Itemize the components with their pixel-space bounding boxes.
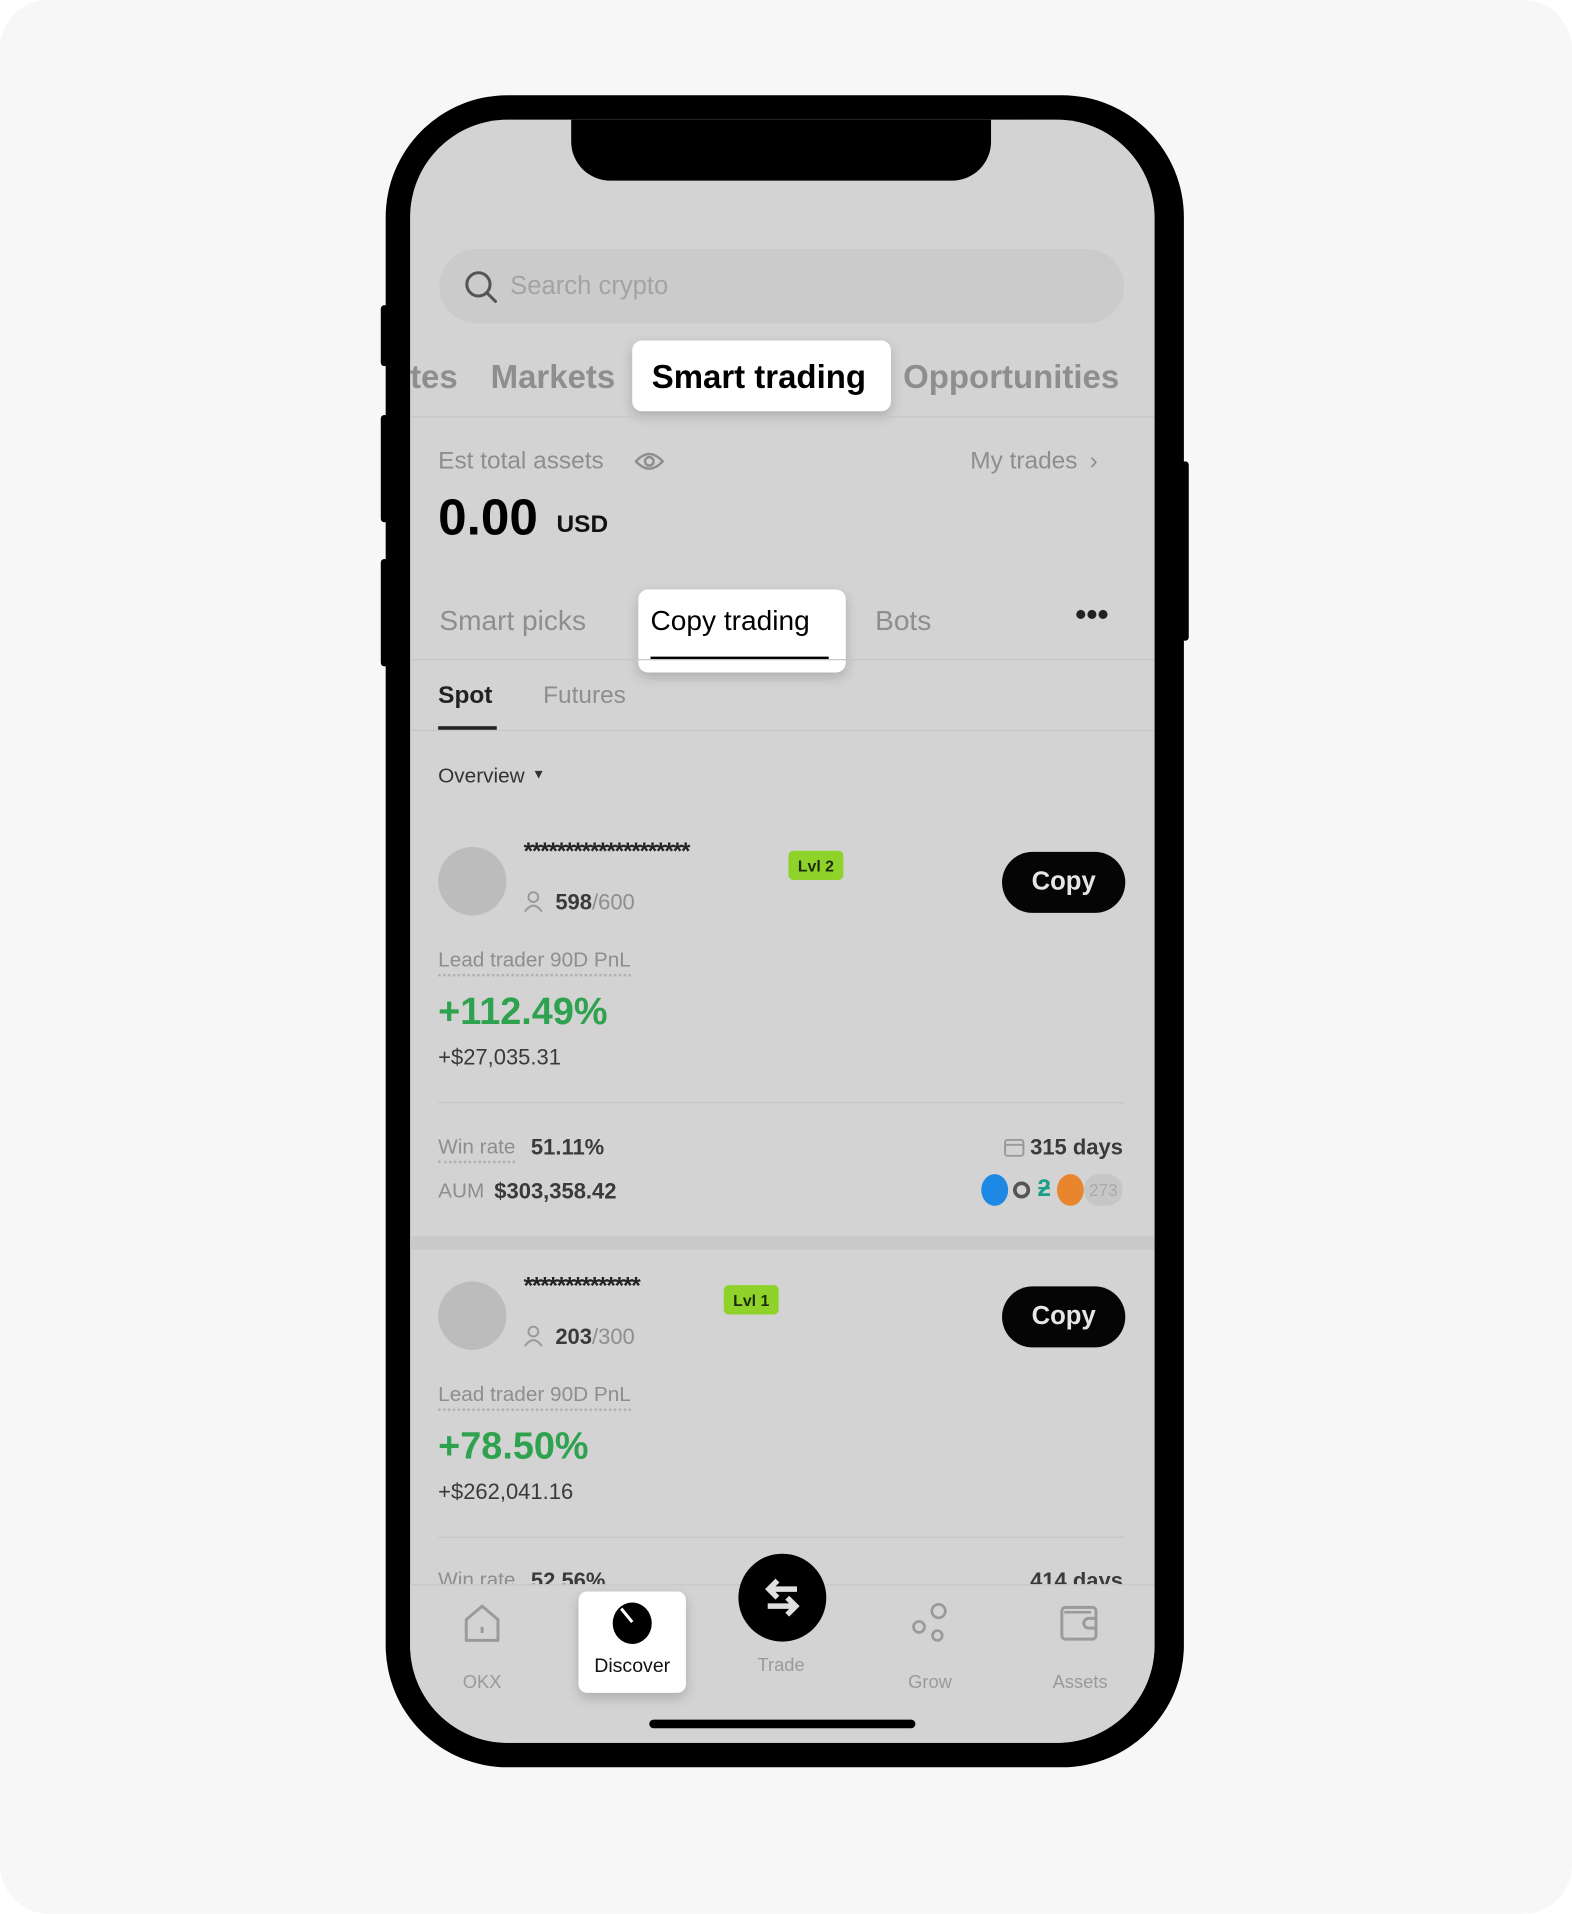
copier-count: 203/300 [555, 1325, 634, 1347]
copy-button[interactable]: Copy [1002, 851, 1126, 913]
divider [438, 1536, 1126, 1538]
coin-icon [981, 1174, 1009, 1206]
divider [438, 1102, 1126, 1104]
nav-label: Assets [1052, 1672, 1108, 1693]
pnl-percent: +78.50% [438, 1424, 589, 1468]
nav-trade[interactable]: Trade [726, 1553, 836, 1700]
win-rate-value: 51.11% [530, 1135, 605, 1160]
my-trades-link[interactable]: My trades › [970, 449, 1098, 473]
home-icon [464, 1604, 500, 1642]
tab-spot[interactable]: Spot [438, 683, 492, 707]
nav-label: OKX [462, 1672, 502, 1693]
copier-count: 598/600 [555, 891, 634, 913]
wallet-icon [1060, 1605, 1098, 1641]
bottom-nav: OKX Discover Trade Grow Assets [410, 1553, 1155, 1743]
est-total-assets-label: Est total assets [438, 447, 604, 475]
level-badge: Lvl 1 [723, 1285, 779, 1315]
swap-arrows [765, 1578, 800, 1617]
tab-markets[interactable]: Markets [491, 361, 616, 394]
capacity: /300 [591, 1324, 635, 1349]
divider [410, 659, 1155, 661]
users-icon [524, 891, 543, 913]
search-placeholder: Search crypto [510, 272, 669, 301]
capacity: /600 [591, 889, 635, 915]
pnl-usd: +$262,041.16 [438, 1479, 574, 1504]
trader-name: ******************** [523, 838, 691, 866]
subtab-smart-picks[interactable]: Smart picks [439, 606, 586, 635]
copiers: 203 [555, 1324, 592, 1349]
copiers: 598 [555, 889, 592, 915]
trader-card[interactable]: ******************** Lvl 2 598/600 Copy … [410, 827, 1155, 1236]
pnl-usd: +$27,035.31 [438, 1044, 561, 1070]
nav-label: Trade [757, 1654, 805, 1676]
avatar [438, 847, 507, 916]
days-active: 315 days [1030, 1135, 1123, 1160]
card-separator [410, 1236, 1155, 1250]
my-trades-label: My trades [970, 447, 1078, 475]
avatar [438, 1281, 507, 1350]
home-indicator [649, 1719, 916, 1729]
grow-icon [912, 1603, 947, 1642]
pnl-label: Lead trader 90D PnL [438, 950, 631, 977]
eye-icon[interactable] [633, 449, 665, 473]
subtab-bots[interactable]: Bots [875, 606, 931, 635]
swap-icon [738, 1553, 827, 1642]
divider [410, 416, 1155, 418]
subtab-label: Copy trading [650, 604, 810, 636]
pnl-percent: +112.49% [438, 989, 608, 1033]
coin-count: 273 [1083, 1174, 1123, 1206]
coin-icon [1013, 1181, 1031, 1199]
tab-smart-trading[interactable]: Smart trading [632, 340, 891, 412]
aum-value: $303,358.42 [494, 1179, 617, 1204]
nav-okx[interactable]: OKX [427, 1603, 537, 1701]
nav-assets[interactable]: Assets [1025, 1603, 1135, 1701]
phone-screen: Search crypto tes Markets Smart trading … [410, 119, 1155, 1743]
trader-name: ************** [523, 1272, 641, 1300]
nav-label: Discover [594, 1656, 671, 1677]
coin-icons: ƻ 273 [981, 1174, 1125, 1206]
search-icon [465, 271, 498, 303]
overview-dropdown[interactable]: Overview ▼ [438, 765, 545, 786]
overview-label: Overview [438, 764, 525, 788]
caret-down-icon: ▼ [531, 767, 546, 783]
coin-icon: ƻ [1037, 1175, 1052, 1203]
search-input[interactable]: Search crypto [439, 248, 1125, 324]
total-assets-value: 0.00 [438, 488, 538, 546]
tab-rates[interactable]: tes [410, 361, 458, 394]
tab-label: Smart trading [651, 358, 866, 396]
chevron-right-icon: › [1089, 447, 1098, 475]
tab-opportunities[interactable]: Opportunities [903, 361, 1119, 394]
nav-discover[interactable]: Discover [578, 1591, 686, 1693]
notch [571, 119, 992, 181]
copy-button[interactable]: Copy [1002, 1286, 1126, 1348]
page: Search crypto tes Markets Smart trading … [0, 0, 1572, 1914]
aum-label: AUM [438, 1179, 485, 1203]
nav-grow[interactable]: Grow [875, 1603, 985, 1701]
currency-label: USD [556, 511, 609, 539]
calendar-icon [1004, 1138, 1025, 1157]
pnl-label: Lead trader 90D PnL [438, 1384, 631, 1411]
users-icon [524, 1325, 543, 1347]
more-icon[interactable]: ••• [1075, 598, 1108, 630]
win-rate-label: Win rate [438, 1136, 516, 1164]
nav-label: Grow [908, 1672, 952, 1693]
divider [410, 729, 1155, 732]
coin-icon [1056, 1174, 1084, 1206]
tab-futures[interactable]: Futures [543, 683, 626, 707]
compass-icon [612, 1602, 652, 1645]
level-badge: Lvl 2 [788, 850, 844, 880]
